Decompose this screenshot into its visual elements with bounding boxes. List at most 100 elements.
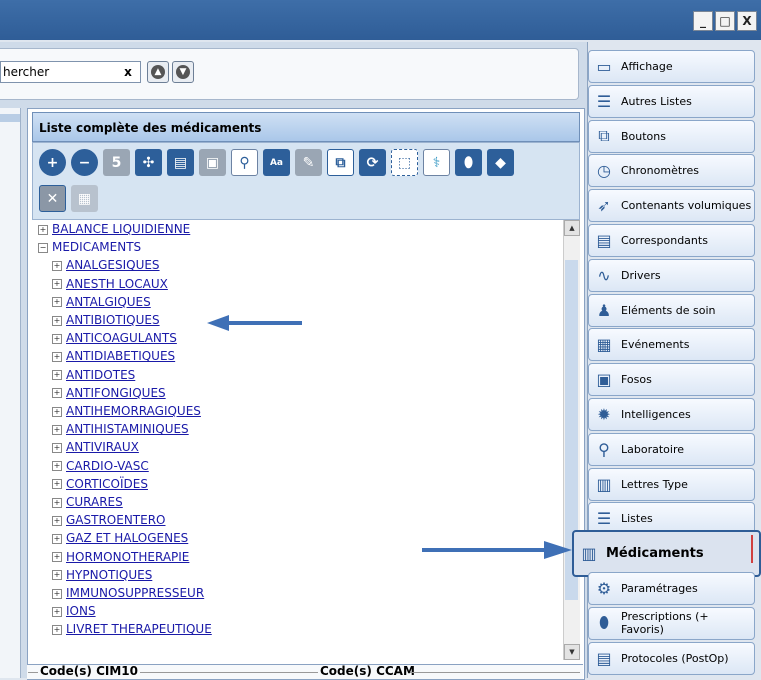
tree-item[interactable]: + LIVRET THERAPEUTIQUE: [52, 620, 212, 638]
capsule-icon[interactable]: ⬮: [455, 149, 482, 176]
expand-icon[interactable]: +: [38, 224, 48, 235]
caduceus-icon[interactable]: ⚕: [423, 149, 450, 176]
menu-item[interactable]: ∿ Drivers: [588, 258, 755, 292]
expand-icon[interactable]: +: [52, 297, 62, 308]
selection-icon[interactable]: ⬚: [391, 149, 418, 176]
tree-item[interactable]: + HORMONOTHERAPIE: [52, 548, 189, 566]
menu-item[interactable]: ▤ Protocoles (PostOp): [588, 641, 755, 675]
expand-icon[interactable]: +: [52, 515, 62, 526]
tree-item[interactable]: + ANTIHEMORRAGIQUES: [52, 402, 201, 420]
globe-icon[interactable]: ✣: [135, 149, 162, 176]
annotation-arrow-right-icon: [422, 541, 572, 559]
search-input-value: hercher: [3, 65, 50, 79]
tree-item[interactable]: + BALANCE LIQUIDIENNE: [38, 220, 190, 238]
tree-item[interactable]: + ANTIHISTAMINIQUES: [52, 420, 189, 438]
menu-item[interactable]: ▣ Fosos: [588, 363, 755, 397]
maximize-button[interactable]: □: [715, 11, 735, 31]
number-five-icon[interactable]: 5: [103, 149, 130, 176]
grid-icon[interactable]: ▦: [71, 185, 98, 212]
cancel-icon[interactable]: ✕: [39, 185, 66, 212]
tree-item[interactable]: + ANTIDOTES: [52, 366, 135, 384]
tree-item[interactable]: + GAZ ET HALOGENES: [52, 529, 188, 547]
document-icon[interactable]: ▤: [167, 149, 194, 176]
menu-item-label: Laboratoire: [621, 442, 684, 456]
tree-item[interactable]: + CORTICOÏDES: [52, 475, 148, 493]
tree-item[interactable]: + ANTICOAGULANTS: [52, 329, 177, 347]
list-toolbar: + − 5 ✣ ▤ ▣ ⚲ Aa ✎ ⧉ ⟳ ⬚ ⚕ ⬮ ◆ ✕ ▦: [32, 142, 580, 220]
collapse-icon[interactable]: −: [38, 242, 48, 253]
tree-item[interactable]: + ANTALGIQUES: [52, 293, 151, 311]
tree-item[interactable]: + ANTIBIOTIQUES: [52, 311, 160, 329]
expand-icon[interactable]: +: [52, 624, 62, 635]
menu-item[interactable]: ⧉ Boutons: [588, 119, 755, 153]
menu-item[interactable]: ▦ Evénements: [588, 328, 755, 362]
expand-icon[interactable]: +: [52, 552, 62, 563]
tree-item[interactable]: + ANTIDIABETIQUES: [52, 347, 175, 365]
expand-icon[interactable]: +: [52, 333, 62, 344]
gears-icon: ⚙: [596, 579, 612, 598]
menu-item[interactable]: ✹ Intelligences: [588, 398, 755, 431]
menu-item[interactable]: ◷ Chronomètres: [588, 154, 755, 188]
tree-item[interactable]: + IMMUNOSUPPRESSEUR: [52, 584, 204, 602]
search-previous-button[interactable]: ▲: [147, 61, 169, 83]
windows-icon[interactable]: ⧉: [327, 149, 354, 176]
tree-item[interactable]: + ANALGESIQUES: [52, 256, 160, 274]
clipboard-icon[interactable]: ▣: [199, 149, 226, 176]
expand-icon[interactable]: +: [52, 570, 62, 581]
add-icon[interactable]: +: [39, 149, 66, 176]
expand-icon[interactable]: +: [52, 351, 62, 362]
tree-item[interactable]: + GASTROENTERO: [52, 511, 166, 529]
scroll-up-icon[interactable]: ▲: [564, 220, 580, 236]
search-next-button[interactable]: ▼: [172, 61, 194, 83]
refresh-icon[interactable]: ⟳: [359, 149, 386, 176]
menu-item-label: Protocoles (PostOp): [621, 651, 729, 665]
tree-item-label: GAZ ET HALOGENES: [66, 531, 189, 546]
windows-icon: ⧉: [598, 126, 610, 146]
expand-icon[interactable]: +: [52, 606, 62, 617]
tree-item[interactable]: + ANTIFONGIQUES: [52, 384, 166, 402]
text-format-icon[interactable]: Aa: [263, 149, 290, 176]
tree-item[interactable]: + ANTIVIRAUX: [52, 438, 139, 456]
expand-icon[interactable]: +: [52, 388, 62, 399]
tree-item-label: ANTIFONGIQUES: [66, 385, 166, 400]
validate-icon[interactable]: ◆: [487, 149, 514, 176]
close-button[interactable]: X: [737, 11, 757, 31]
menu-item[interactable]: ▥ Lettres Type: [588, 467, 755, 501]
expand-icon[interactable]: +: [52, 533, 62, 544]
menu-item[interactable]: ▭ Affichage: [588, 50, 755, 83]
edit-icon[interactable]: ✎: [295, 149, 322, 176]
scroll-down-icon[interactable]: ▼: [564, 644, 580, 660]
expand-icon[interactable]: +: [52, 260, 62, 271]
expand-icon[interactable]: +: [52, 315, 62, 326]
expand-icon[interactable]: +: [52, 497, 62, 508]
stethoscope-icon[interactable]: ⚲: [231, 149, 258, 176]
tree-item[interactable]: + ANESTH LOCAUX: [52, 275, 168, 293]
expand-icon[interactable]: +: [52, 424, 62, 435]
tree-item[interactable]: + IONS: [52, 602, 96, 620]
clear-search-button[interactable]: x: [121, 65, 135, 79]
menu-item[interactable]: ➶ Contenants volumiques: [588, 189, 755, 223]
menu-item[interactable]: ☰ Autres Listes: [588, 84, 755, 118]
menu-item[interactable]: ▤ Correspondants: [588, 224, 755, 257]
vertical-scrollbar[interactable]: ▲ ▼: [563, 220, 580, 660]
minimize-button[interactable]: _: [693, 11, 713, 31]
menu-item[interactable]: ⬮ Prescriptions (+ Favoris): [588, 606, 755, 640]
menu-item[interactable]: ♟ Eléments de soin: [588, 293, 755, 327]
expand-icon[interactable]: +: [52, 406, 62, 417]
expand-icon[interactable]: +: [52, 461, 62, 472]
remove-icon[interactable]: −: [71, 149, 98, 176]
expand-icon[interactable]: +: [52, 588, 62, 599]
tree-item[interactable]: − MEDICAMENTS: [38, 238, 141, 256]
clock-icon: ◷: [597, 161, 611, 181]
tree-item[interactable]: + CURARES: [52, 493, 123, 511]
expand-icon[interactable]: +: [52, 479, 62, 490]
expand-icon[interactable]: +: [52, 442, 62, 453]
menu-item[interactable]: ⚙ Paramétrages: [588, 572, 755, 605]
tree-item[interactable]: + CARDIO-VASC: [52, 457, 149, 475]
search-input[interactable]: hercher x: [0, 61, 141, 83]
expand-icon[interactable]: +: [52, 370, 62, 381]
tree-item[interactable]: + HYPNOTIQUES: [52, 566, 152, 584]
menu-item[interactable]: ▥ Médicaments: [572, 530, 761, 578]
expand-icon[interactable]: +: [52, 279, 62, 290]
menu-item[interactable]: ⚲ Laboratoire: [588, 432, 755, 466]
